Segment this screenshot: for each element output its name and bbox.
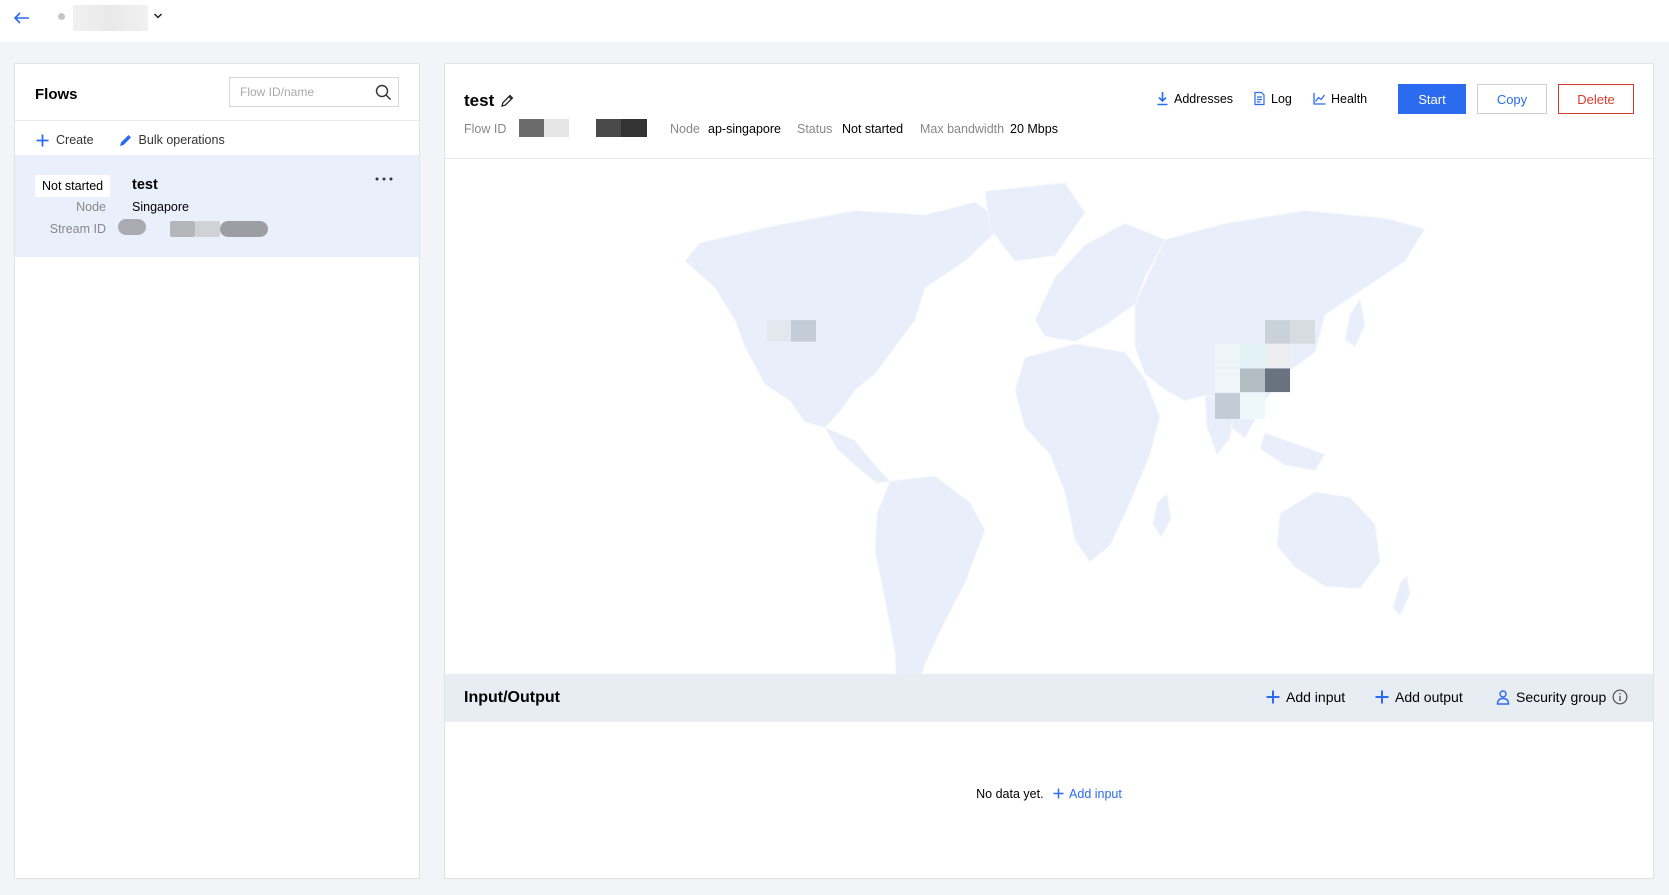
map-south-america <box>874 475 986 708</box>
chart-line-icon <box>1313 93 1326 105</box>
plus-icon <box>1053 788 1064 799</box>
bulk-operations-label: Bulk operations <box>138 133 225 147</box>
health-label: Health <box>1331 91 1368 106</box>
world-map-graphic <box>684 182 1426 708</box>
redacted-flow-title <box>73 5 148 31</box>
addresses-link[interactable]: Addresses <box>1155 91 1233 106</box>
download-icon <box>1157 92 1168 106</box>
status-dot <box>58 13 65 20</box>
divider <box>15 120 419 121</box>
security-group-label: Security group <box>1516 689 1607 705</box>
start-button[interactable]: Start <box>1398 84 1466 114</box>
create-label: Create <box>56 133 94 147</box>
add-input-label: Add input <box>1286 689 1346 705</box>
bandwidth-label: Max bandwidth <box>920 122 1005 136</box>
flow-search-input[interactable] <box>230 78 370 106</box>
chevron-down-icon[interactable] <box>153 11 163 21</box>
map-greenland <box>984 182 1086 262</box>
log-label: Log <box>1271 91 1292 106</box>
redacted-stream-id <box>195 221 220 237</box>
map-southeast-asia <box>1259 432 1326 472</box>
map-africa <box>1014 343 1161 563</box>
map-north-america <box>684 201 1006 429</box>
node-value: ap-singapore <box>708 122 781 136</box>
edit-icon[interactable] <box>500 93 515 108</box>
document-icon <box>1254 91 1265 106</box>
map-australia <box>1276 491 1381 590</box>
flow-detail-panel: test Flow ID Node ap-singapore Status No… <box>444 63 1654 879</box>
plus-icon <box>36 134 49 146</box>
world-map <box>445 159 1653 739</box>
flow-id-label: Flow ID <box>464 122 507 136</box>
delete-button[interactable]: Delete <box>1558 84 1634 114</box>
user-icon <box>1496 690 1510 705</box>
map-new-zealand <box>1392 574 1411 617</box>
flows-panel: Flows Create Bulk operations Not started… <box>14 63 420 879</box>
redacted-flow-id <box>596 119 621 137</box>
empty-state: No data yet. Add input <box>445 787 1653 801</box>
input-output-bar: Input/Output Add input Add output Securi… <box>445 674 1653 722</box>
flow-list-item[interactable]: Not started test Node Singapore Stream I… <box>15 155 419 257</box>
search-icon[interactable] <box>375 84 392 101</box>
flow-name: test <box>132 177 158 193</box>
plus-icon <box>1375 690 1389 704</box>
node-label: Node <box>76 200 106 214</box>
create-button[interactable]: Create <box>35 133 94 148</box>
redacted-stream-id <box>170 221 195 237</box>
redacted-stream-id <box>220 221 268 237</box>
input-output-title: Input/Output <box>464 689 560 706</box>
top-bar <box>0 0 1669 42</box>
flows-title: Flows <box>35 86 78 103</box>
empty-text: No data yet. <box>976 787 1044 801</box>
redacted-flow-id <box>544 119 569 137</box>
addresses-label: Addresses <box>1174 91 1234 106</box>
map-japan <box>1344 297 1366 348</box>
node-label: Node <box>670 122 700 136</box>
flow-status-badge: Not started <box>35 175 111 197</box>
info-icon[interactable] <box>1612 689 1628 705</box>
health-link[interactable]: Health <box>1312 91 1367 106</box>
bandwidth-value: 20 Mbps <box>1010 122 1058 136</box>
add-output-label: Add output <box>1395 689 1463 705</box>
stream-id-label: Stream ID <box>49 222 106 236</box>
pencil-icon <box>119 134 131 146</box>
redacted-flow-id <box>519 119 544 137</box>
status-value: Not started <box>842 122 904 136</box>
map-central-america <box>823 426 892 484</box>
redacted-stream-id <box>118 219 146 235</box>
add-output-button[interactable]: Add output <box>1374 689 1463 705</box>
copy-button[interactable]: Copy <box>1477 84 1547 114</box>
node-value: Singapore <box>132 200 189 214</box>
arrow-left-icon[interactable] <box>12 9 32 27</box>
map-madagascar <box>1152 493 1172 539</box>
security-group-button[interactable]: Security group <box>1495 689 1633 705</box>
flow-title: test <box>464 91 495 110</box>
add-input-button[interactable]: Add input <box>1265 689 1345 705</box>
empty-add-input-label: Add input <box>1069 787 1122 801</box>
status-label: Status <box>797 122 833 136</box>
plus-icon <box>1266 690 1280 704</box>
redacted-flow-id <box>621 119 647 137</box>
more-icon[interactable] <box>373 171 395 187</box>
empty-add-input-link[interactable]: Add input <box>1053 787 1122 801</box>
bulk-operations-button[interactable]: Bulk operations <box>118 133 225 148</box>
flow-search <box>229 77 399 107</box>
log-link[interactable]: Log <box>1252 91 1292 106</box>
flow-actions: Create Bulk operations <box>35 130 249 150</box>
